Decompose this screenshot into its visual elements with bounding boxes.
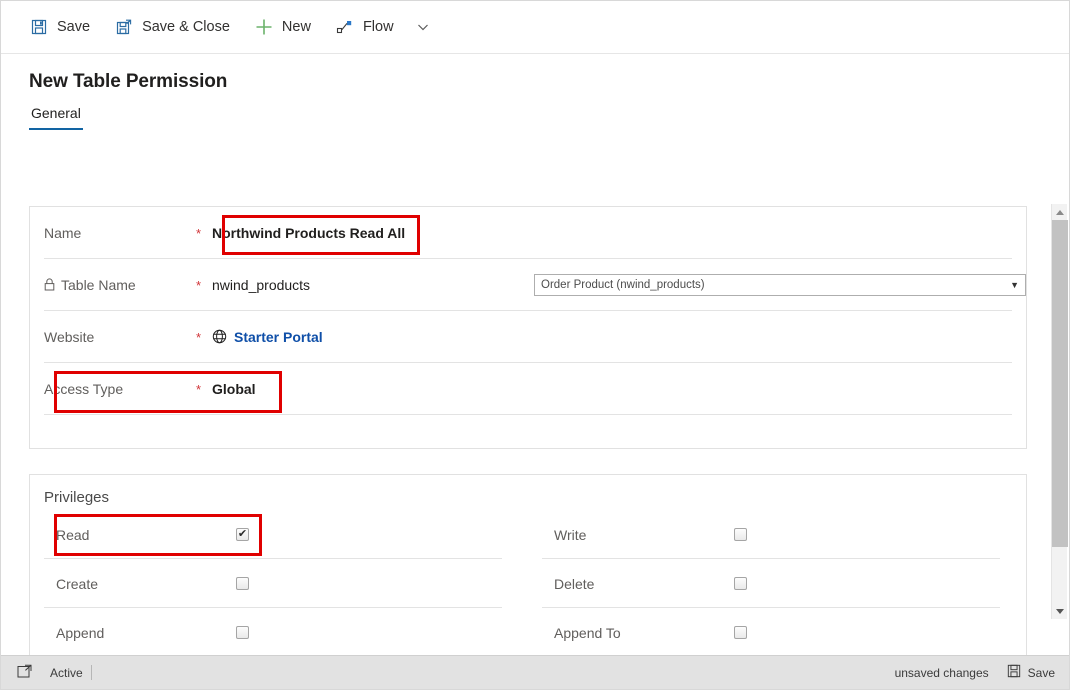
privilege-row-append: Append: [30, 608, 528, 655]
save-button-label: Save: [57, 18, 91, 35]
scroll-down-arrow[interactable]: [1052, 603, 1068, 619]
table-name-lookup-select[interactable]: Order Product (nwind_products) ▼: [534, 274, 1026, 296]
scroll-up-arrow[interactable]: [1052, 204, 1068, 220]
command-bar-overflow-button[interactable]: [406, 11, 448, 43]
field-row-name: Name * Northwind Products Read All: [30, 207, 1026, 259]
field-row-table-name: Table Name * nwind_products Order Produc…: [30, 259, 1026, 311]
save-and-close-icon: [114, 18, 134, 36]
field-value-website-text: Starter Portal: [234, 329, 323, 345]
privilege-checkbox-delete[interactable]: [734, 577, 747, 590]
privilege-row-read: Read ✔: [30, 510, 528, 559]
new-button[interactable]: New: [244, 11, 321, 43]
save-and-close-button-label: Save & Close: [142, 18, 230, 35]
globe-icon: [212, 329, 227, 346]
field-label-table-name: Table Name: [44, 277, 196, 293]
field-label-website: Website: [44, 329, 95, 345]
check-glyph: ✔: [237, 527, 248, 540]
form-scroll-area: Name * Northwind Products Read All Table…: [1, 198, 1069, 655]
privilege-row-create: Create: [30, 559, 528, 608]
command-bar: Save Save & Close New Flow: [1, 1, 1069, 54]
status-bar-save-button[interactable]: Save: [1007, 664, 1055, 681]
privilege-label-read: Read: [56, 526, 90, 543]
field-label-access-type: Access Type: [44, 381, 124, 397]
new-button-label: New: [281, 18, 311, 35]
field-row-access-type: Access Type * Global: [30, 363, 1026, 415]
tab-general-label: General: [31, 105, 81, 121]
privilege-checkbox-append[interactable]: [236, 626, 249, 639]
table-name-lookup-value: Order Product (nwind_products): [541, 279, 705, 291]
unsaved-changes-label: unsaved changes: [894, 665, 989, 680]
field-label-name: Name: [44, 225, 82, 241]
privilege-checkbox-write[interactable]: [734, 528, 747, 541]
plus-icon: [254, 18, 274, 36]
required-marker-access-type: *: [196, 381, 202, 397]
save-icon: [29, 18, 49, 36]
privilege-row-append-to: Append To: [528, 608, 1026, 655]
form-vertical-scrollbar[interactable]: [1051, 204, 1068, 619]
page-title: New Table Permission: [29, 71, 228, 92]
field-value-access-type[interactable]: Global: [212, 381, 256, 397]
privilege-row-delete: Delete: [528, 559, 1026, 608]
privilege-label-delete: Delete: [554, 575, 595, 592]
status-bar: Active unsaved changes Save: [1, 655, 1069, 689]
save-icon: [1007, 664, 1021, 681]
record-state-label: Active: [50, 665, 83, 680]
flow-button[interactable]: Flow: [325, 11, 404, 43]
flow-button-label: Flow: [362, 18, 394, 35]
privilege-label-append-to: Append To: [554, 624, 621, 641]
general-section-card: Name * Northwind Products Read All Table…: [29, 206, 1027, 449]
lock-icon: [44, 277, 55, 293]
privilege-checkbox-create[interactable]: [236, 577, 249, 590]
required-marker-table-name: *: [196, 277, 202, 293]
field-value-name[interactable]: Northwind Products Read All: [212, 225, 405, 241]
required-marker-name: *: [196, 225, 202, 241]
status-divider: [90, 665, 92, 680]
field-value-website[interactable]: Starter Portal: [212, 329, 323, 346]
flow-icon: [335, 18, 355, 36]
field-row-website: Website * Starter Portal: [30, 311, 1026, 363]
privilege-row-write: Write: [528, 510, 1026, 559]
open-record-icon[interactable]: [17, 664, 32, 682]
privileges-grid: Read ✔ Create Append Write Delete Append…: [30, 506, 1026, 655]
privileges-heading: Privileges: [44, 489, 110, 506]
privileges-left-column: Read ✔ Create Append: [30, 510, 528, 655]
chevron-down-icon: [413, 18, 433, 36]
table-permission-form-window: Save Save & Close New Flow New Table Per…: [0, 0, 1070, 690]
privileges-section-card: Privileges Read ✔ Create Append Write De…: [29, 474, 1027, 655]
save-button[interactable]: Save: [19, 11, 100, 43]
privilege-label-create: Create: [56, 575, 99, 592]
field-label-table-name-text: Table Name: [61, 277, 136, 293]
privilege-label-write: Write: [554, 526, 587, 543]
tab-strip: General: [1, 93, 1069, 130]
caret-down-icon: ▼: [1010, 279, 1019, 290]
scrollbar-thumb[interactable]: [1052, 220, 1068, 547]
privilege-label-append: Append: [56, 624, 105, 641]
privilege-checkbox-read[interactable]: ✔: [236, 528, 249, 541]
status-bar-save-label: Save: [1027, 665, 1055, 680]
required-marker-website: *: [196, 329, 202, 345]
privilege-checkbox-append-to[interactable]: [734, 626, 747, 639]
tab-general[interactable]: General: [29, 105, 83, 130]
field-value-table-name[interactable]: nwind_products: [212, 277, 310, 293]
save-and-close-button[interactable]: Save & Close: [104, 11, 240, 43]
form-page: New Table Permission General Name * Nort…: [1, 54, 1069, 655]
privileges-right-column: Write Delete Append To: [528, 510, 1026, 655]
